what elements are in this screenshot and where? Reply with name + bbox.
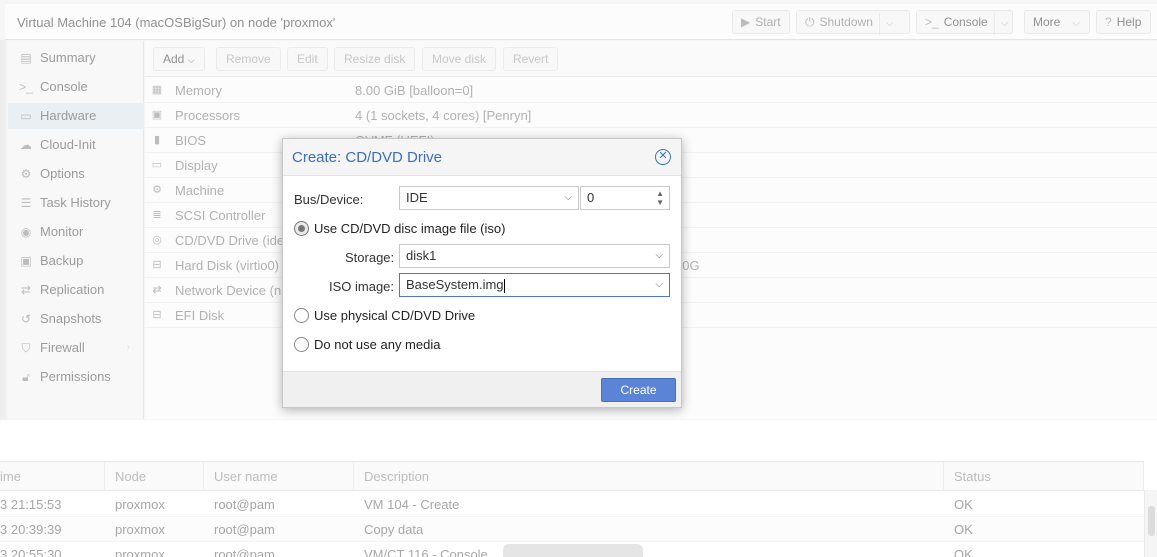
create-cdrom-dialog: Create: CD/DVD Drive ✕ Bus/Device: IDE ⌵ … [282, 138, 682, 408]
storage-label: Storage: [345, 250, 395, 265]
dialog-header: Create: CD/DVD Drive ✕ [283, 139, 681, 176]
spin-down-icon[interactable]: ▼ [656, 199, 664, 207]
storage-select[interactable]: disk1 ⌵ [399, 244, 670, 268]
text-cursor [503, 278, 505, 293]
iso-image-select[interactable]: BaseSystem.img ⌵ [399, 273, 670, 297]
radio-physical-drive[interactable] [294, 308, 309, 323]
radio-no-media[interactable] [294, 337, 309, 352]
chevron-down-icon[interactable]: ⌵ [655, 274, 663, 296]
dialog-title: Create: CD/DVD Drive [292, 149, 443, 166]
chevron-down-icon[interactable]: ⌵ [655, 245, 663, 267]
bus-select[interactable]: IDE ⌵ [399, 186, 579, 210]
radio-use-iso[interactable] [294, 221, 309, 236]
device-number-spinner[interactable]: 0 ▲ ▼ [580, 186, 670, 210]
chevron-down-icon[interactable]: ⌵ [564, 187, 572, 209]
create-button[interactable]: Create [601, 378, 676, 402]
dialog-footer: Create [283, 371, 681, 407]
spin-up-icon[interactable]: ▲ [656, 190, 664, 198]
radio-physical-drive-label[interactable]: Use physical CD/DVD Drive [314, 308, 475, 323]
radio-no-media-label[interactable]: Do not use any media [314, 337, 440, 352]
close-icon[interactable]: ✕ [655, 149, 671, 165]
radio-use-iso-label[interactable]: Use CD/DVD disc image file (iso) [314, 221, 505, 236]
iso-image-label: ISO image: [329, 279, 395, 294]
bus-device-label: Bus/Device: [294, 192, 364, 207]
